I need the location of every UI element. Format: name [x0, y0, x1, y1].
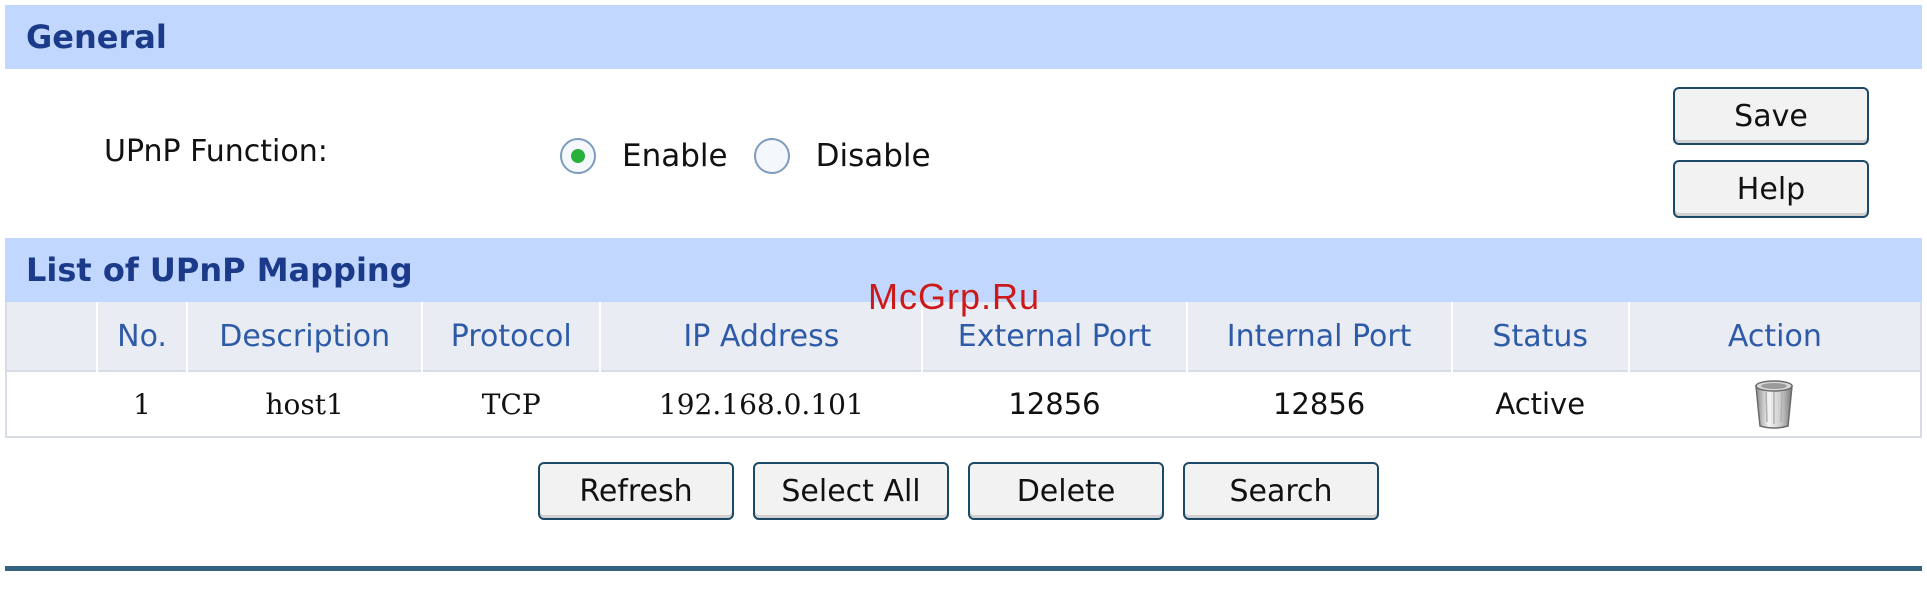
save-button[interactable]: Save [1673, 87, 1869, 145]
upnp-function-label: UPnP Function: [104, 134, 328, 169]
upnp-mapping-table: No. Description Protocol IP Address Exte… [5, 302, 1922, 438]
help-button[interactable]: Help [1673, 160, 1869, 218]
column-header-status: Status [1451, 302, 1630, 371]
table-row[interactable]: 1 host1 TCP 192.168.0.101 12856 12856 Ac… [7, 370, 1920, 436]
cell-internal-port: 12856 [1186, 370, 1452, 436]
column-header-no: No. [97, 302, 189, 371]
mapping-title: List of UPnP Mapping [26, 251, 413, 289]
column-header-description: Description [187, 302, 424, 371]
cell-no: 1 [97, 370, 188, 436]
general-title: General [26, 18, 167, 56]
cell-status: Active [1451, 370, 1629, 436]
cell-select [7, 370, 98, 436]
cell-protocol: TCP [422, 370, 601, 436]
column-header-protocol: Protocol [422, 302, 602, 371]
disable-label[interactable]: Disable [816, 138, 931, 174]
delete-button[interactable]: Delete [968, 462, 1164, 520]
enable-label[interactable]: Enable [622, 138, 728, 174]
cell-external-port: 12856 [922, 370, 1187, 436]
enable-radio[interactable] [560, 138, 596, 174]
trash-icon[interactable] [1752, 378, 1796, 430]
upnp-function-radio-group: Enable Disable [560, 134, 957, 178]
cell-description: host1 [187, 370, 423, 436]
refresh-button[interactable]: Refresh [538, 462, 734, 520]
general-section-header: General [5, 5, 1922, 69]
column-header-select [7, 302, 99, 371]
watermark-text: McGrp.Ru [868, 276, 1041, 317]
disable-radio[interactable] [753, 138, 790, 174]
search-button[interactable]: Search [1183, 462, 1379, 520]
cell-action [1628, 370, 1920, 436]
cell-ip-address: 192.168.0.101 [600, 370, 923, 436]
column-header-action: Action [1628, 302, 1920, 371]
radio-selected-dot [571, 149, 585, 163]
column-header-internal-port: Internal Port [1186, 302, 1453, 371]
bottom-divider [5, 566, 1922, 571]
select-all-button[interactable]: Select All [753, 462, 949, 520]
